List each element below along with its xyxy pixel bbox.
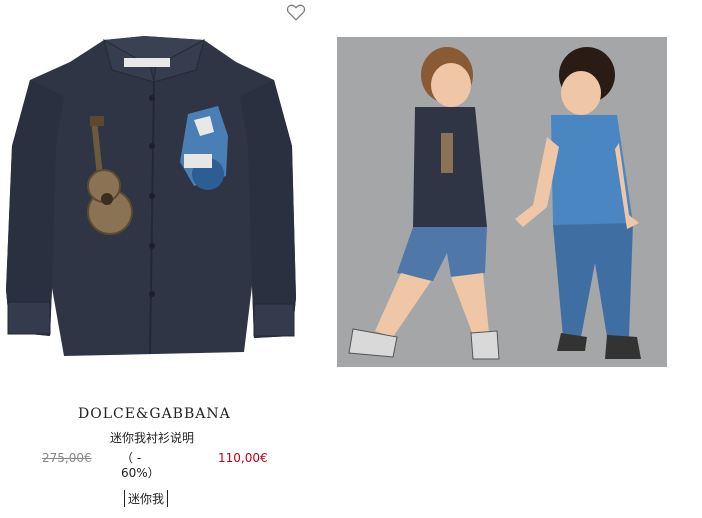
mini-me-tag[interactable]: 迷你我 <box>124 490 169 507</box>
product-brand[interactable]: DOLCE&GABBANA <box>78 406 230 422</box>
product-discount: （ - 60%） <box>121 451 160 480</box>
product-image-lifestyle-photo[interactable] <box>337 37 667 367</box>
product-sale-price: 110,00€ <box>218 451 268 465</box>
product-old-price: 275,00€ <box>42 451 92 465</box>
product-image-shirt[interactable] <box>4 36 300 362</box>
favorite-heart-icon[interactable] <box>285 1 307 23</box>
product-name[interactable]: 迷你我衬衫说明 <box>110 429 194 446</box>
